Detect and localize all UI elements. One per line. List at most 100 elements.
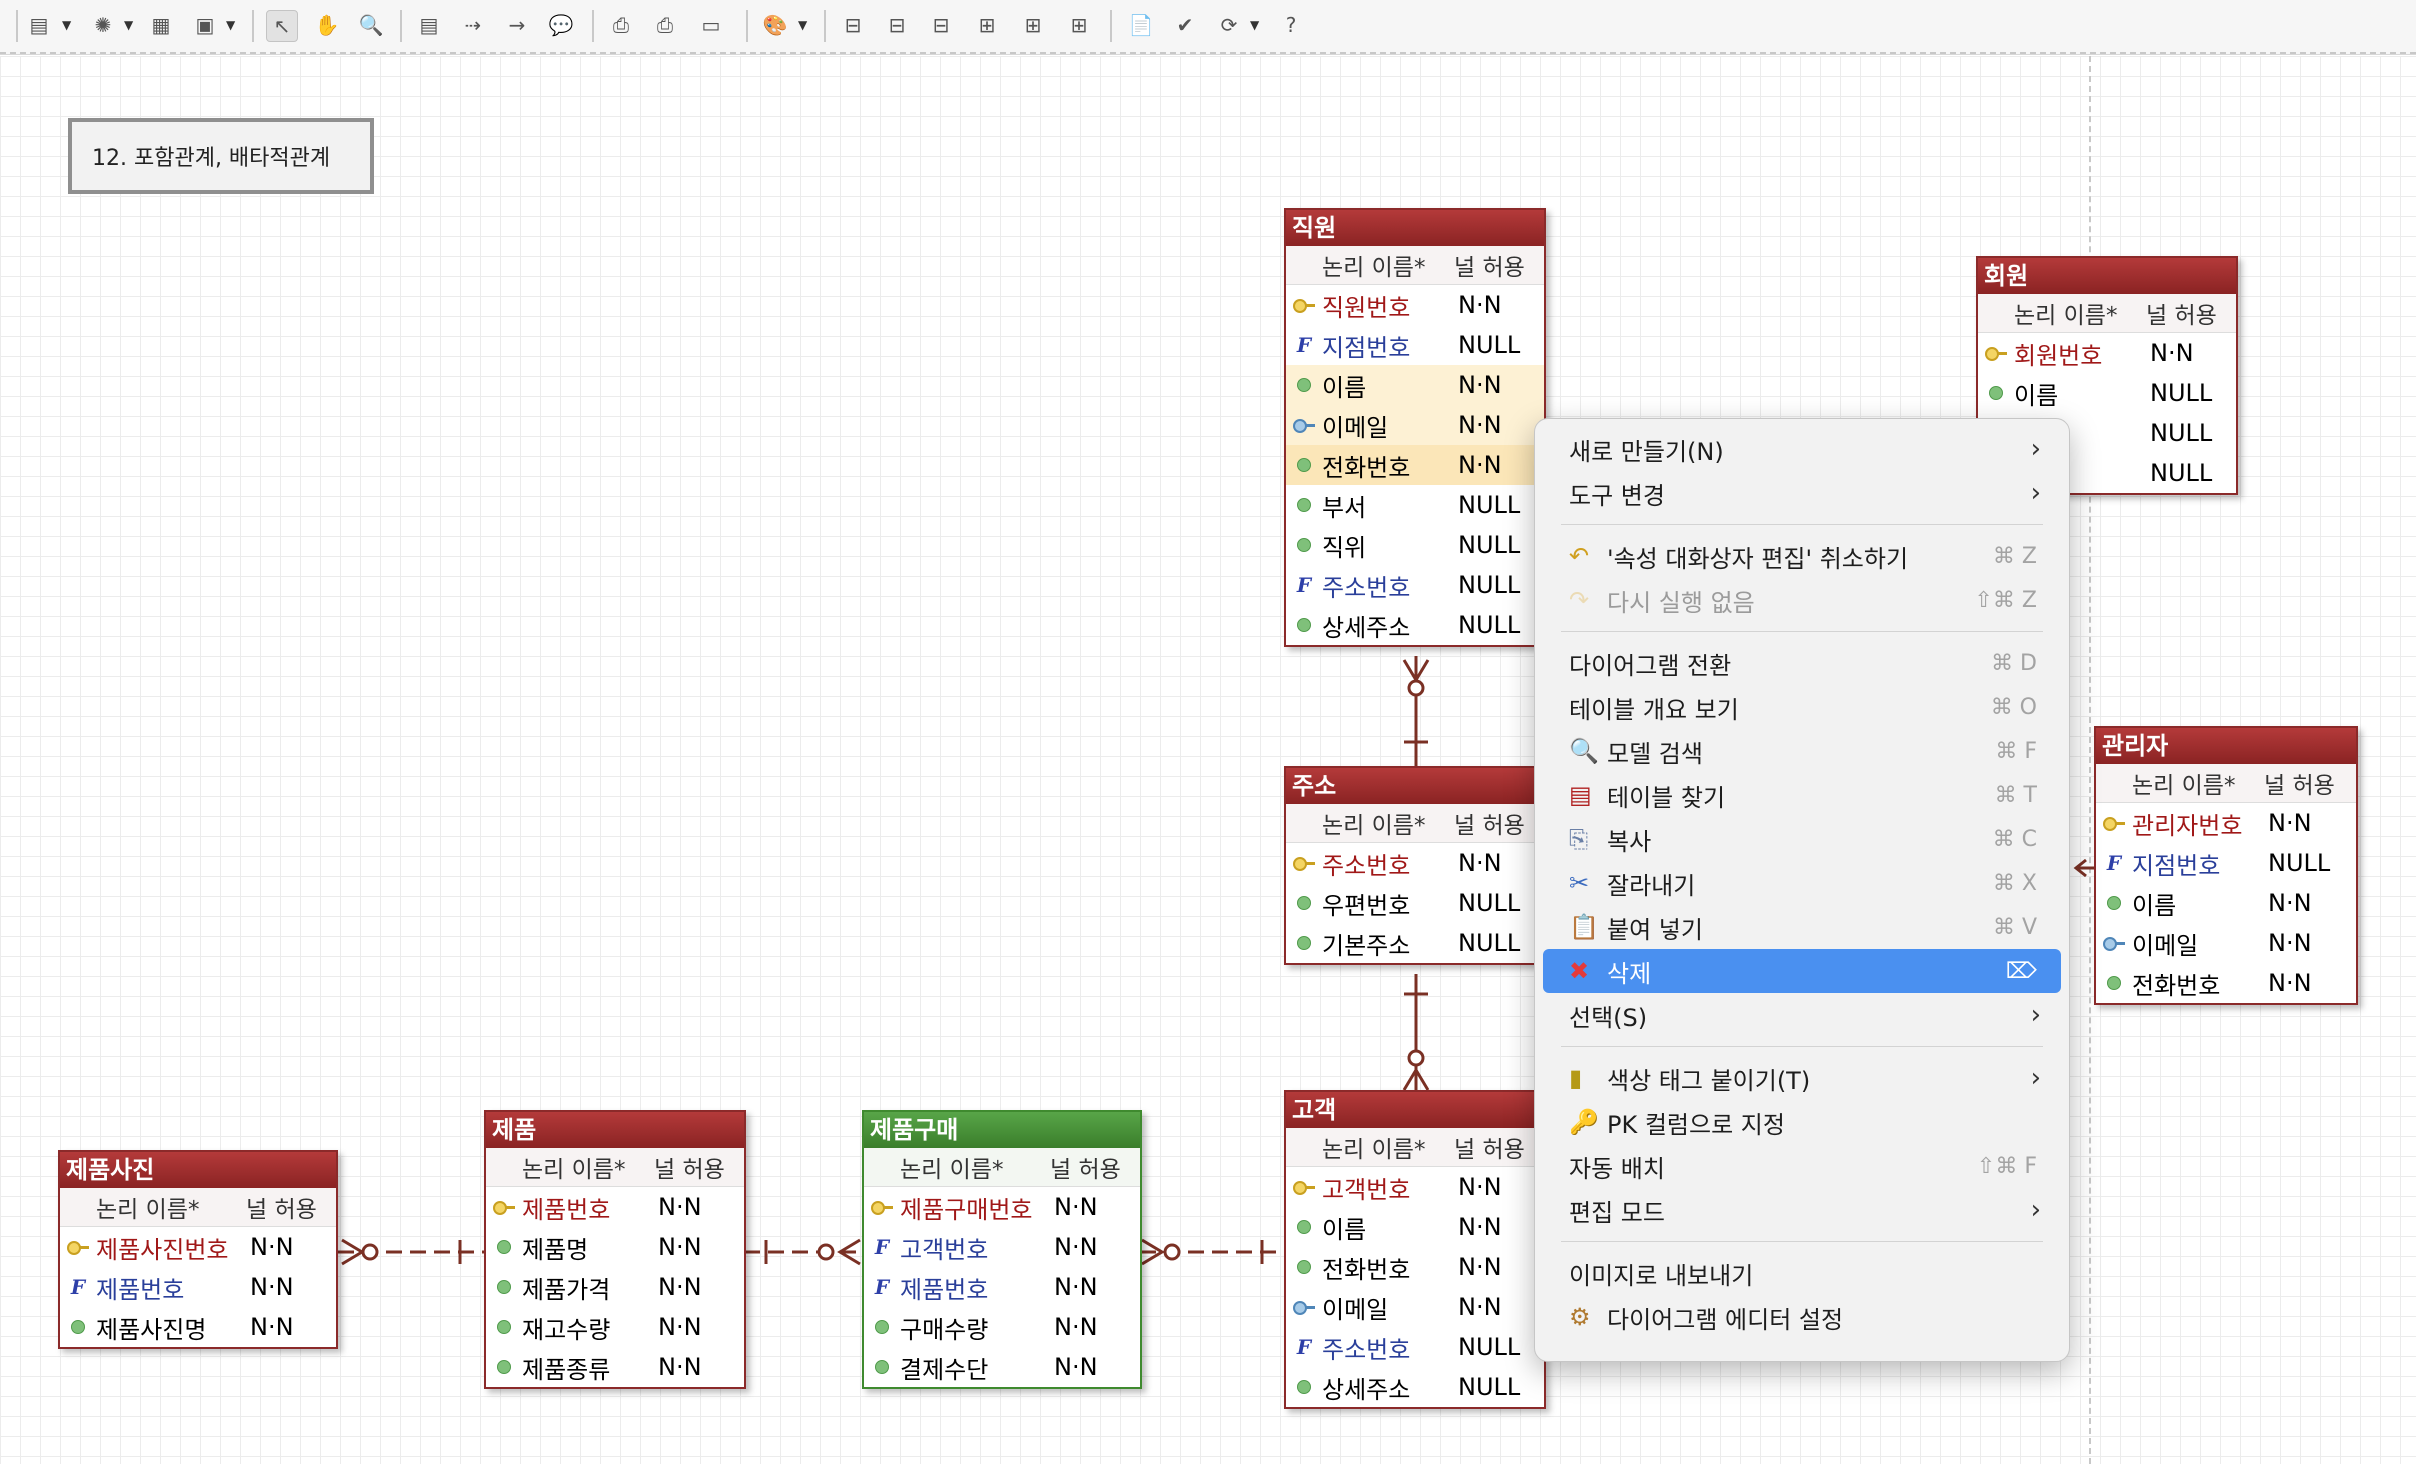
menu-item-21[interactable]: 이미지로 내보내기	[1543, 1251, 2061, 1295]
context-menu[interactable]: 새로 만들기(N) › 도구 변경 › ↶ '속성 대화상자 편집' 취소하기 ⌘ Z ↷ 다시…	[1534, 418, 2070, 1362]
identifying-relation-icon[interactable]: →	[502, 10, 532, 40]
document-icon[interactable]: ▣	[190, 10, 220, 40]
column-row[interactable]: 주소번호 N·N	[1286, 843, 1544, 883]
redo-icon: ↷	[1569, 586, 1590, 614]
column-row[interactable]: F 주소번호 NULL	[1286, 565, 1544, 605]
column-row[interactable]: 이메일 N·N	[1286, 1287, 1544, 1327]
layout-icon[interactable]: ▤	[24, 10, 54, 40]
align-center-icon[interactable]: ⊟	[882, 10, 912, 40]
column-row[interactable]: 제품번호 N·N	[486, 1187, 744, 1227]
menu-item-3[interactable]: ↶ '속성 대화상자 편집' 취소하기 ⌘ Z	[1543, 534, 2061, 578]
column-nullable: NULL	[1458, 1373, 1521, 1401]
image-export-icon[interactable]: ▭	[696, 10, 726, 40]
menu-item-13[interactable]: ✖ 삭제 ⌦	[1543, 949, 2061, 993]
column-row[interactable]: 이름 NULL	[1978, 373, 2236, 413]
column-row[interactable]: 직원번호 N·N	[1286, 285, 1544, 325]
entity-employee[interactable]: 직원 논리 이름* 널 허용 직원번호 N·N F 지점번호 NULL 이름 N·N 이메일 N·N 전…	[1284, 208, 1546, 647]
chevron-down-icon[interactable]: ▼	[124, 18, 133, 32]
menu-item-6[interactable]: 다이어그램 전환 ⌘ D	[1543, 641, 2061, 685]
entity-product-photo[interactable]: 제품사진 논리 이름* 널 허용 제품사진번호 N·N F 제품번호 N·N 제품사진명 N·N	[58, 1150, 338, 1349]
hand-icon[interactable]: ✋	[312, 10, 342, 40]
column-row[interactable]: 이메일 N·N	[2096, 923, 2356, 963]
column-row[interactable]: 재고수량 N·N	[486, 1307, 744, 1347]
menu-item-10[interactable]: ⎘ 복사 ⌘ C	[1543, 817, 2061, 861]
column-row[interactable]: 고객번호 N·N	[1286, 1167, 1544, 1207]
paint-icon[interactable]: ✺	[88, 10, 118, 40]
chevron-down-icon[interactable]: ▼	[798, 18, 807, 32]
select-pointer-icon[interactable]: ↖	[266, 10, 298, 42]
column-row[interactable]: 제품명 N·N	[486, 1227, 744, 1267]
menu-item-11[interactable]: ✂ 잘라내기 ⌘ X	[1543, 861, 2061, 905]
align-bottom-icon[interactable]: ⊞	[1064, 10, 1094, 40]
column-row[interactable]: 상세주소 NULL	[1286, 1367, 1544, 1407]
column-row[interactable]: 결제수단 N·N	[864, 1347, 1140, 1387]
column-row[interactable]: F 지점번호 NULL	[2096, 843, 2356, 883]
column-row[interactable]: 기본주소 NULL	[1286, 923, 1544, 963]
column-row[interactable]: F 주소번호 NULL	[1286, 1327, 1544, 1367]
column-row[interactable]: 직위 NULL	[1286, 525, 1544, 565]
zoom-icon[interactable]: 🔍	[356, 10, 386, 40]
menu-item-9[interactable]: ▤ 테이블 찾기 ⌘ T	[1543, 773, 2061, 817]
column-row[interactable]: 이름 N·N	[1286, 1207, 1544, 1247]
primary-key-icon	[1978, 347, 2014, 361]
menu-item-1[interactable]: 도구 변경 ›	[1543, 471, 2061, 515]
entity-customer[interactable]: 고객 논리 이름* 널 허용 고객번호 N·N 이름 N·N 전화번호 N·N 이메일 N·N F 주소…	[1284, 1090, 1546, 1409]
diagram-note[interactable]: 12. 포함관계, 배타적관계	[68, 118, 374, 194]
comment-icon[interactable]: 💬	[546, 10, 576, 40]
align-middle-icon[interactable]: ⊞	[1018, 10, 1048, 40]
help-icon[interactable]: ?	[1276, 10, 1306, 40]
palette-icon[interactable]: 🎨	[760, 10, 790, 40]
menu-item-12[interactable]: 📋 붙여 넣기 ⌘ V	[1543, 905, 2061, 949]
column-row[interactable]: 우편번호 NULL	[1286, 883, 1544, 923]
menu-item-17[interactable]: 🔑 PK 컬럼으로 지정	[1543, 1100, 2061, 1144]
menu-item-0[interactable]: 새로 만들기(N) ›	[1543, 427, 2061, 471]
align-left-icon[interactable]: ⊟	[838, 10, 868, 40]
validate-check-icon[interactable]: ✔	[1170, 10, 1200, 40]
entity-product[interactable]: 제품 논리 이름* 널 허용 제품번호 N·N 제품명 N·N 제품가격 N·N 재고수량 N·N 제…	[484, 1110, 746, 1389]
column-row[interactable]: 전화번호 N·N	[1286, 1247, 1544, 1287]
menu-item-7[interactable]: 테이블 개요 보기 ⌘ O	[1543, 685, 2061, 729]
report-icon[interactable]: 📄	[1126, 10, 1156, 40]
align-top-icon[interactable]: ⊞	[972, 10, 1002, 40]
menu-item-8[interactable]: 🔍 모델 검색 ⌘ F	[1543, 729, 2061, 773]
column-row[interactable]: F 고객번호 N·N	[864, 1227, 1140, 1267]
column-row[interactable]: 제품사진명 N·N	[60, 1307, 336, 1347]
column-row[interactable]: 이름 N·N	[2096, 883, 2356, 923]
pk-icon: 🔑	[1569, 1108, 1599, 1136]
header-nullable: 널 허용	[2264, 773, 2335, 799]
chevron-down-icon[interactable]: ▼	[1250, 18, 1259, 32]
chevron-down-icon[interactable]: ▼	[62, 18, 71, 32]
column-row[interactable]: 제품종류 N·N	[486, 1347, 744, 1387]
entity-product-purchase[interactable]: 제품구매 논리 이름* 널 허용 제품구매번호 N·N F 고객번호 N·N F 제품번호 N·N 구…	[862, 1110, 1142, 1389]
non-identifying-relation-icon[interactable]: ⇢	[458, 10, 488, 40]
column-row[interactable]: F 제품번호 N·N	[864, 1267, 1140, 1307]
column-row[interactable]: 이름 N·N	[1286, 365, 1544, 405]
column-row[interactable]: 제품사진번호 N·N	[60, 1227, 336, 1267]
column-row[interactable]: 부서 NULL	[1286, 485, 1544, 525]
menu-item-18[interactable]: 자동 배치 ⇧⌘ F	[1543, 1144, 2061, 1188]
entity-admin[interactable]: 관리자 논리 이름* 널 허용 관리자번호 N·N F 지점번호 NULL 이름 N·N 이메일 N·…	[2094, 726, 2358, 1005]
new-table-icon[interactable]: ▤	[414, 10, 444, 40]
sync-icon[interactable]: ⟳	[1214, 10, 1244, 40]
column-row[interactable]: 관리자번호 N·N	[2096, 803, 2356, 843]
column-row[interactable]: 제품가격 N·N	[486, 1267, 744, 1307]
column-row[interactable]: 전화번호 N·N	[2096, 963, 2356, 1003]
print-icon[interactable]: ⎙	[650, 10, 680, 40]
column-row[interactable]: 제품구매번호 N·N	[864, 1187, 1140, 1227]
align-right-icon[interactable]: ⊟	[926, 10, 956, 40]
column-row[interactable]: F 제품번호 N·N	[60, 1267, 336, 1307]
menu-item-16[interactable]: ▮ 색상 태그 붙이기(T) ›	[1543, 1056, 2061, 1100]
chevron-down-icon[interactable]: ▼	[226, 18, 235, 32]
column-row[interactable]: 이메일 N·N	[1286, 405, 1544, 445]
table-view-icon[interactable]: ▦	[146, 10, 176, 40]
menu-item-14[interactable]: 선택(S) ›	[1543, 993, 2061, 1037]
entity-address[interactable]: 주소 논리 이름* 널 허용 주소번호 N·N 우편번호 NULL 기본주소 NULL	[1284, 766, 1546, 965]
menu-item-22[interactable]: ⚙ 다이어그램 에디터 설정	[1543, 1295, 2061, 1339]
print-preview-icon[interactable]: ⎙	[606, 10, 636, 40]
column-row[interactable]: 상세주소 NULL	[1286, 605, 1544, 645]
column-row[interactable]: F 지점번호 NULL	[1286, 325, 1544, 365]
column-row[interactable]: 회원번호 N·N	[1978, 333, 2236, 373]
column-row[interactable]: 전화번호 N·N	[1286, 445, 1544, 485]
menu-item-19[interactable]: 편집 모드 ›	[1543, 1188, 2061, 1232]
column-row[interactable]: 구매수량 N·N	[864, 1307, 1140, 1347]
